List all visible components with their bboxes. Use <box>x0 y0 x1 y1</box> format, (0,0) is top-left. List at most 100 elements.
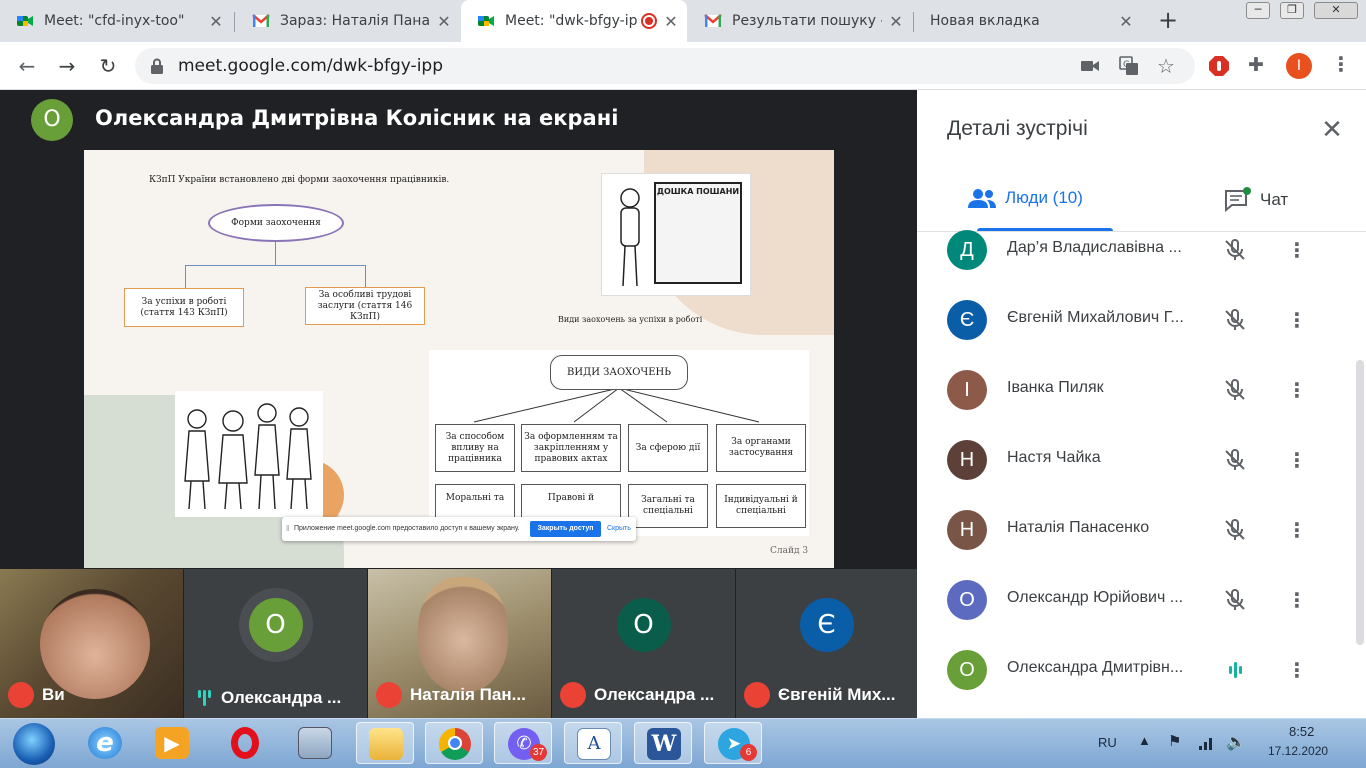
tab-new[interactable]: Новая вкладка ✕ <box>914 0 1142 42</box>
action-center-flag-icon[interactable]: ⚑ <box>1168 732 1181 750</box>
drag-handle-icon[interactable]: ‖ <box>286 524 289 533</box>
tile-name: Наталія Пан... <box>376 682 526 708</box>
system-tray: RU ▲ ⚑ 🔈 8:52 17.12.2020 <box>1096 718 1366 768</box>
profile-avatar[interactable]: I <box>1286 53 1312 79</box>
mic-off-icon <box>560 682 586 708</box>
language-indicator[interactable]: RU <box>1098 735 1117 750</box>
presenter-avatar: О <box>31 99 73 141</box>
tab-close-icon[interactable]: ✕ <box>1118 12 1134 31</box>
panel-scrollbar[interactable] <box>1356 360 1364 645</box>
tab-gmail-search[interactable]: Результати пошуку - ✕ <box>688 0 912 42</box>
tab-divider <box>234 12 235 32</box>
tile-name: Ви <box>8 682 65 708</box>
telegram-badge: 6 <box>740 744 757 761</box>
tab-meet-dwk[interactable]: Meet: "dwk-bfgy-ipp" ✕ <box>461 0 687 42</box>
participant-tile[interactable]: О Олександра ... <box>552 569 735 718</box>
word-icon[interactable]: W <box>634 722 692 764</box>
participant-tile-self[interactable]: Ви <box>0 569 183 718</box>
camera-icon[interactable] <box>1080 58 1100 74</box>
participant-tile[interactable]: Є Євгеній Мих... <box>736 569 917 718</box>
type-box: За органами застосування <box>716 424 806 472</box>
participant-avatar: О <box>248 597 303 652</box>
branch-right-box: За особливі трудові заслуги (стаття 146 … <box>305 287 425 325</box>
participant-tile[interactable]: О Олександра ... <box>184 569 367 718</box>
stop-sharing-button[interactable]: Закрыть доступ <box>530 521 601 537</box>
more-options-icon[interactable]: ⋮ <box>1287 445 1307 475</box>
tab-title: Зараз: Наталія Панасенко <box>280 13 430 29</box>
opera-icon[interactable] <box>216 722 274 764</box>
restore-icon[interactable]: ❐ <box>1280 2 1304 19</box>
participant-avatar: Є <box>947 300 987 340</box>
google-meet-icon <box>478 16 494 26</box>
participant-name: Олександра Дмитрівн... <box>1007 659 1184 676</box>
explorer-folder-icon[interactable] <box>356 722 414 764</box>
browser-menu-icon[interactable]: ⋮ <box>1331 52 1351 76</box>
chat-icon <box>1225 187 1251 213</box>
tab-close-icon[interactable]: ✕ <box>663 12 679 31</box>
mic-off-icon <box>1225 309 1245 330</box>
tray-expand-icon[interactable]: ▲ <box>1138 733 1151 748</box>
tab-people-label: Люди (10) <box>1005 188 1083 207</box>
mic-off-icon <box>1225 449 1245 470</box>
internet-explorer-icon[interactable]: e <box>76 722 134 764</box>
extensions-puzzle-icon[interactable]: ✚ <box>1248 54 1264 76</box>
participant-row[interactable]: Д Дар’я Владиславівна ... ⋮ <box>917 215 1357 285</box>
chrome-icon[interactable] <box>425 722 483 764</box>
subtype-box: Загальні та спеціальні <box>628 484 708 528</box>
telegram-icon[interactable]: ➤ 6 <box>704 722 762 764</box>
close-panel-icon[interactable]: ✕ <box>1318 116 1346 144</box>
back-icon[interactable]: ← <box>15 54 39 78</box>
tab-title: Результати пошуку - <box>732 13 882 29</box>
clock-date[interactable]: 17.12.2020 <box>1268 744 1328 758</box>
wordpad-icon[interactable]: A <box>564 722 622 764</box>
start-orb-icon[interactable] <box>13 723 55 765</box>
minimize-icon[interactable]: ─ <box>1246 2 1270 19</box>
tab-close-icon[interactable]: ✕ <box>888 12 904 31</box>
more-options-icon[interactable]: ⋮ <box>1287 235 1307 265</box>
volume-icon[interactable]: 🔈 <box>1226 732 1246 752</box>
speaking-indicator-icon <box>1229 662 1242 678</box>
participant-row[interactable]: І Іванка Пиляк ⋮ <box>917 355 1357 425</box>
tab-chat[interactable]: Чат <box>1224 187 1288 213</box>
calculator-icon[interactable] <box>286 722 344 764</box>
mic-off-icon <box>1225 589 1245 610</box>
panel-title: Деталі зустрічі <box>947 117 1088 140</box>
adblock-icon[interactable] <box>1208 55 1230 77</box>
clock-time[interactable]: 8:52 <box>1289 724 1314 739</box>
people-cartoon-illustration <box>175 391 323 517</box>
tile-name: Олександра ... <box>192 688 341 708</box>
participant-row[interactable]: О Олександр Юрійович ... ⋮ <box>917 565 1357 635</box>
participant-row[interactable]: Є Євгеній Михайлович Г... ⋮ <box>917 285 1357 355</box>
more-options-icon[interactable]: ⋮ <box>1287 375 1307 405</box>
media-player-icon[interactable]: ▶ <box>143 722 201 764</box>
participant-row[interactable]: О Олександра Дмитрівн... ⋮ <box>917 635 1357 705</box>
tab-chat-label: Чат <box>1260 190 1289 209</box>
bookmark-star-icon[interactable]: ☆ <box>1157 54 1175 78</box>
connector-line <box>185 265 186 288</box>
viber-icon[interactable]: ✆ 37 <box>494 722 552 764</box>
reload-icon[interactable]: ↻ <box>96 54 120 78</box>
new-tab-button[interactable]: + <box>1155 8 1181 34</box>
url-text[interactable]: meet.google.com/dwk-bfgy-ipp <box>178 56 443 76</box>
lock-icon[interactable] <box>150 58 164 74</box>
screen-share-notification: ‖ Приложение meet.google.com предоставил… <box>282 517 636 541</box>
participant-row[interactable]: Н Наталія Панасенко ⋮ <box>917 495 1357 565</box>
tab-gmail-natalia[interactable]: Зараз: Наталія Панасенко ✕ <box>236 0 460 42</box>
translate-icon[interactable]: G <box>1119 56 1139 76</box>
participant-tile[interactable]: Наталія Пан... <box>368 569 551 718</box>
more-options-icon[interactable]: ⋮ <box>1287 305 1307 335</box>
forward-icon[interactable]: → <box>55 54 79 78</box>
more-options-icon[interactable]: ⋮ <box>1287 585 1307 615</box>
google-meet-icon <box>17 16 33 26</box>
tab-close-icon[interactable]: ✕ <box>436 12 452 31</box>
close-icon[interactable]: ✕ <box>1314 2 1358 19</box>
subtype-box: Індивідуальні й спеціальні <box>716 484 806 528</box>
more-options-icon[interactable]: ⋮ <box>1287 655 1307 685</box>
more-options-icon[interactable]: ⋮ <box>1287 515 1307 545</box>
tab-close-icon[interactable]: ✕ <box>208 12 224 31</box>
tab-meet-cfd[interactable]: Meet: "cfd-inyx-too" ✕ <box>0 0 232 42</box>
participant-row[interactable]: Н Настя Чайка ⋮ <box>917 425 1357 495</box>
network-signal-icon[interactable] <box>1198 735 1216 751</box>
hide-share-bar-button[interactable]: Скрыть <box>607 525 631 532</box>
tab-people[interactable]: Люди (10) <box>967 187 1083 209</box>
